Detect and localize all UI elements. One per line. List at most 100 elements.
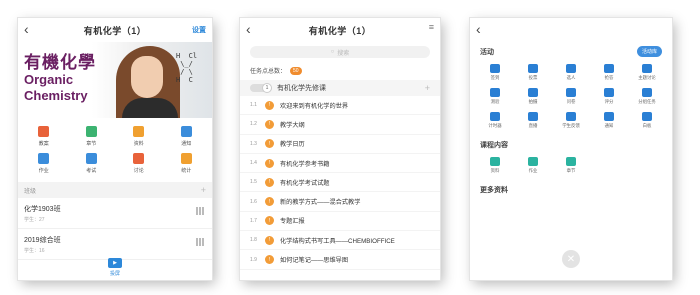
back-arrow-icon[interactable]: ‹ <box>24 21 29 37</box>
activity-item[interactable]: 主题讨论 <box>628 64 666 81</box>
notice-icon <box>604 112 614 121</box>
banner-english-title-line2: Chemistry <box>24 88 88 103</box>
course-content-label: 课程内容 <box>480 142 508 149</box>
live-icon <box>528 112 538 121</box>
feature-item[interactable]: 教案 <box>20 126 68 147</box>
activity-item[interactable]: 学生反馈 <box>552 112 590 129</box>
activity-label: 拍摄 <box>528 99 538 104</box>
activity-library-button[interactable]: 活动库 <box>636 46 662 57</box>
add-lesson-icon[interactable]: + <box>425 83 430 93</box>
task-point-icon: ! <box>265 119 274 129</box>
classes-section-header: 班级 + <box>18 182 212 198</box>
feature-item[interactable]: 考试 <box>68 153 116 174</box>
lesson-row[interactable]: 1.9! 如何记笔记——思维导图 <box>240 250 440 270</box>
add-class-icon[interactable]: + <box>201 185 206 195</box>
chapter-icon <box>85 126 97 137</box>
settings-button[interactable]: 设置 <box>192 25 206 35</box>
feature-label: 章节 <box>86 141 97 147</box>
vote-icon <box>528 64 538 73</box>
course-content-grid: 资料 作业 章节 <box>470 152 672 179</box>
discussion-icon <box>133 153 145 164</box>
lesson-row[interactable]: 1.6! 新的教学方式——混合式教学 <box>240 192 440 212</box>
menu-icon[interactable]: ≡ <box>429 22 434 32</box>
qr-code-icon[interactable] <box>196 238 204 246</box>
feature-label: 作业 <box>38 168 49 174</box>
lesson-row[interactable]: 1.7! 专题汇报 <box>240 212 440 232</box>
lesson-title: 新的教学方式——混合式教学 <box>280 199 361 207</box>
questionnaire-icon <box>566 88 576 97</box>
activity-label: 学生反馈 <box>562 123 580 128</box>
feature-item[interactable]: 章节 <box>68 126 116 147</box>
activity-item[interactable]: 白板 <box>628 112 666 129</box>
timer-icon <box>490 112 500 121</box>
activity-item[interactable]: 拍摄 <box>514 88 552 105</box>
activities-label: 活动 <box>480 48 494 56</box>
lesson-number: 1.2 <box>250 121 257 128</box>
banner-english-title-line1: Organic <box>24 72 74 87</box>
banner-person-shirt <box>122 98 178 118</box>
pie-chart-icon <box>180 153 192 164</box>
class-row[interactable]: 化学1903班 学生：27 <box>18 198 212 229</box>
activity-item[interactable]: 评分 <box>590 88 628 105</box>
lesson-row[interactable]: 1.2! 教学大纲 <box>240 115 440 135</box>
lesson-title: 教学日历 <box>280 141 305 149</box>
activity-item[interactable]: 测验 <box>476 88 514 105</box>
back-arrow-icon[interactable]: ‹ <box>246 21 251 37</box>
lesson-row[interactable]: 1.1! 欢迎来到有机化学的世界 <box>240 96 440 116</box>
back-arrow-icon[interactable]: ‹ <box>476 21 481 37</box>
checkin-icon <box>490 64 500 73</box>
activity-item[interactable]: 签到 <box>476 64 514 81</box>
activity-item[interactable]: 分组任务 <box>628 88 666 105</box>
class-student-count: 学生：16 <box>24 248 45 254</box>
course-home-screen: ‹ 有机化学（1） 设置 H Cl \_/ / \ H C 有機化學 Organi… <box>18 18 212 280</box>
chapter-header[interactable]: 1 有机化学先修课 + <box>240 80 440 96</box>
feature-item[interactable]: 通知 <box>163 126 211 147</box>
feature-item[interactable]: 资料 <box>115 126 163 147</box>
top-bar: ‹ 有机化学（1） 设置 <box>18 18 212 42</box>
activity-item[interactable]: 通知 <box>590 112 628 129</box>
feature-item[interactable]: 统计 <box>163 153 211 174</box>
lesson-row[interactable]: 1.3! 教学日历 <box>240 135 440 154</box>
feature-item[interactable]: 作业 <box>20 153 68 174</box>
feature-item[interactable]: 讨论 <box>115 153 163 174</box>
cast-screen-button[interactable]: ▶ 投屏 <box>18 254 212 280</box>
chapter-list-screen: ‹ 有机化学（1） ≡ ○ 搜索 任务点总数： 50 1 有机化学先修课 + 1… <box>240 18 440 280</box>
course-content-label: 章节 <box>566 168 576 173</box>
task-point-icon: ! <box>265 139 274 149</box>
activity-item[interactable]: 计时器 <box>476 112 514 129</box>
whiteboard-icon <box>642 112 652 121</box>
homework-icon <box>528 157 538 166</box>
quiz-icon <box>490 88 500 97</box>
activity-item[interactable]: 抢答 <box>590 64 628 81</box>
search-input[interactable]: ○ 搜索 <box>250 46 430 58</box>
course-content-item[interactable]: 作业 <box>514 157 552 174</box>
activity-item[interactable]: 问卷 <box>552 88 590 105</box>
chapter-number: 1 <box>262 83 272 93</box>
cast-screen-icon: ▶ <box>108 257 122 268</box>
task-point-icon: ! <box>265 100 274 110</box>
lesson-number: 1.3 <box>250 140 257 147</box>
lesson-row[interactable]: 1.8! 化学结构式书写工具——CHEMBIOFFICE <box>240 231 440 251</box>
folder-icon <box>133 126 145 137</box>
lesson-row[interactable]: 1.4! 有机化学参考书籍 <box>240 154 440 174</box>
lesson-row[interactable]: 1.5! 有机化学考试试题 <box>240 173 440 193</box>
feature-grid: 教案 章节 资料 通知作业 考试 讨论 统计 <box>18 118 212 178</box>
qr-code-icon[interactable] <box>196 207 204 215</box>
activity-item[interactable]: 选人 <box>552 64 590 81</box>
task-point-icon: ! <box>265 197 274 207</box>
course-content-item[interactable]: 资料 <box>476 157 514 174</box>
task-point-icon: ! <box>265 235 274 245</box>
close-icon[interactable]: ✕ <box>562 250 580 268</box>
activity-item[interactable]: 直播 <box>514 112 552 129</box>
class-student-count: 学生：27 <box>24 217 45 223</box>
chapter-toggle[interactable]: 1 <box>250 83 272 93</box>
classes-label: 班级 <box>24 188 37 195</box>
lesson-title: 专题汇报 <box>280 218 305 226</box>
feature-label: 讨论 <box>133 168 144 174</box>
lesson-number: 1.9 <box>250 256 257 263</box>
course-content-item[interactable]: 章节 <box>552 157 590 174</box>
activity-item[interactable]: 投票 <box>514 64 552 81</box>
page-title: 有机化学（1） <box>308 25 372 36</box>
banner-chinese-title: 有機化學 <box>24 53 96 73</box>
activity-label: 通知 <box>604 123 614 128</box>
